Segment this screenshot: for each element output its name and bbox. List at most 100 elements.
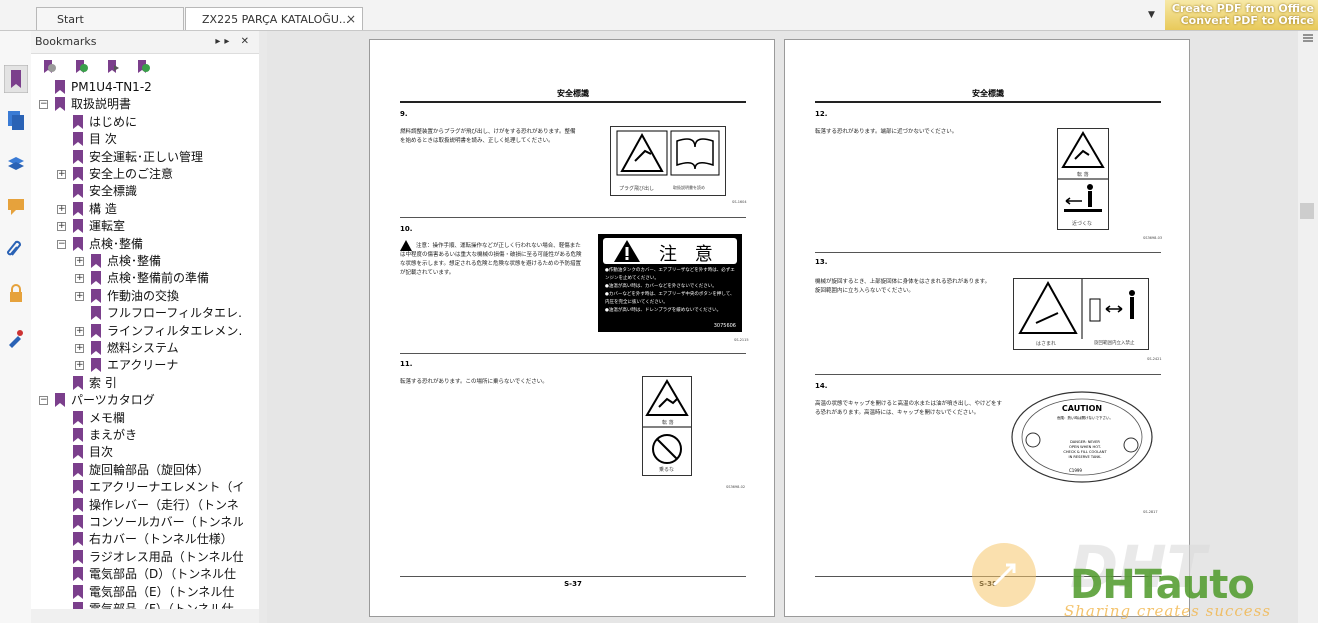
bookmark-item[interactable]: − 点検･整備 [31, 236, 243, 253]
collapse-icon[interactable]: − [39, 100, 48, 110]
bookmark-label: 構 造 [89, 201, 117, 216]
label-caption: 乗るな [659, 467, 675, 473]
bookmark-item[interactable]: メモ欄 [31, 410, 243, 427]
bookmark-flag-icon [73, 515, 83, 529]
bookmark-flag-icon [91, 254, 101, 268]
bookmark-label: 安全運転･正しい管理 [89, 149, 204, 164]
tab-start[interactable]: Start [36, 7, 184, 30]
expand-icon[interactable]: + [57, 222, 66, 232]
fall-hazard-icon [643, 379, 691, 464]
bookmark-item[interactable]: + 安全上のご注意 [31, 166, 243, 183]
bookmark-flag-icon [73, 375, 83, 390]
section-text: 転落する恐れがあります。この場所に乗らないでください。 [400, 379, 548, 385]
bookmark-item[interactable]: 安全運転･正しい管理 [31, 149, 243, 166]
collapse-icon[interactable]: − [39, 396, 48, 406]
bookmark-item[interactable]: 旋回輪部品（旋回体） [31, 462, 243, 479]
section-divider [400, 217, 746, 218]
expand-icon[interactable]: + [75, 326, 84, 336]
bookmark-label: 点検･整備前の準備 [107, 271, 210, 286]
bookmark-label: コンソールカバー（トンネル [89, 515, 243, 529]
expand-icon[interactable]: + [75, 361, 84, 371]
attachments-icon[interactable] [6, 239, 26, 261]
tab-list-dropdown-icon[interactable]: ▼ [1148, 10, 1155, 20]
scrollbar-thumb[interactable] [1300, 203, 1314, 219]
bookmark-item[interactable]: + 運転室 [31, 218, 243, 235]
cap-top-text: 危険：熱い時は開けないで下さい。 [1057, 416, 1113, 420]
bookmark-flag-icon [73, 549, 83, 564]
tab-document[interactable]: ZX225 PARÇA KATALOĞU... × [185, 7, 363, 30]
collapse-icon[interactable]: − [57, 239, 66, 249]
go-to-bookmark-icon[interactable] [105, 59, 121, 75]
bookmark-item[interactable]: + エアクリーナ [31, 357, 243, 374]
expand-icon[interactable]: + [57, 204, 66, 214]
expand-icon[interactable]: + [75, 274, 84, 284]
bookmark-item[interactable]: 目 次 [31, 131, 243, 148]
bookmark-item[interactable]: ラジオレス用品（トンネル仕 [31, 549, 243, 566]
section-number: 10. [400, 225, 413, 233]
figure-code: SS-2115 [734, 338, 749, 342]
bookmark-tree: PM1U4-TN1-2 − 取扱説明書はじめに目 次安全運転･正しい管理 + 安全上のご… [31, 79, 243, 611]
bookmark-label: 作動油の交換 [107, 288, 180, 303]
comments-icon[interactable] [6, 196, 26, 218]
bookmarks-panel-icon[interactable] [4, 65, 28, 93]
bookmark-item[interactable]: 電気部品（E）（トンネル仕 [31, 584, 243, 601]
caution-code: 3075606 [713, 323, 736, 329]
bookmark-item[interactable]: フルフローフィルタエレ… [31, 305, 243, 322]
bookmark-flag-icon [73, 219, 83, 234]
tab-bar: Start ZX225 PARÇA KATALOĞU... × ▼ Create… [0, 0, 1318, 31]
panel-splitter[interactable] [259, 31, 267, 623]
bookmark-item[interactable]: はじめに [31, 114, 243, 131]
close-icon[interactable]: × [346, 8, 356, 31]
label-caption: 転 落 [1077, 172, 1089, 178]
split-view-icon[interactable] [1302, 33, 1314, 43]
safety-label: 転 落 乗るな [642, 376, 692, 476]
delete-bookmark-icon[interactable] [135, 59, 151, 75]
expand-icon[interactable]: + [75, 344, 84, 353]
bookmark-item[interactable]: エアクリーナエレメント（イ [31, 479, 243, 496]
page-s37: 安全標識 9. 燃料調整装置からプラグが飛び出し、けがをする恐れがあります。整備… [369, 39, 775, 617]
bookmark-item[interactable]: + 構 造 [31, 201, 243, 218]
bookmark-item[interactable]: 電気部品（D）（トンネル仕 [31, 566, 243, 583]
caution-label-header: 注 意 [603, 238, 737, 265]
bookmark-label: 電気部品（E）（トンネル仕 [89, 584, 235, 599]
bookmark-item[interactable]: + 点検･整備 [31, 253, 243, 270]
bookmark-item[interactable]: PM1U4-TN1-2 [31, 79, 243, 96]
expand-icon[interactable]: + [75, 257, 84, 266]
bookmark-item[interactable]: 操作レバー（走行）（トンネ [31, 497, 243, 514]
promo-banner[interactable]: Create PDF from Office Convert PDF to Of… [1165, 0, 1318, 30]
bookmark-item[interactable]: 右カバー（トンネル仕様） [31, 531, 243, 548]
bookmark-item[interactable]: − パーツカタログ [31, 392, 243, 409]
expand-icon[interactable]: + [75, 291, 84, 301]
caution-body: ●作動油タンクのカバー、エアブリーザなどを外す時は、必ずエンジンを止めてください… [605, 267, 737, 315]
layers-icon[interactable] [6, 153, 26, 175]
section-divider [400, 353, 746, 354]
bookmark-label: 目 次 [89, 132, 117, 147]
security-lock-icon[interactable] [6, 283, 26, 305]
bookmark-flag-icon [73, 497, 83, 512]
bookmark-item[interactable]: 目次 [31, 444, 243, 461]
bookmark-item[interactable]: − 取扱説明書 [31, 96, 243, 113]
bookmark-item[interactable]: + 燃料システム [31, 340, 243, 357]
tab-start-label: Start [57, 13, 84, 26]
safety-label: はさまれ 旋回範囲内立入禁止 [1013, 278, 1149, 350]
bookmark-label: 電気部品（D）（トンネル仕 [89, 567, 237, 582]
bookmarks-title: Bookmarks [35, 35, 97, 48]
bookmark-item[interactable]: + ラインフィルタエレメン… [31, 323, 243, 340]
bookmark-flag-icon [91, 306, 101, 321]
pages-thumbnail-icon[interactable] [6, 109, 26, 131]
bookmark-item[interactable]: コンソールカバー（トンネル [31, 514, 243, 531]
panel-controls[interactable]: ▸▸ ✕ [215, 31, 253, 53]
bookmarks-horizontal-scrollbar[interactable] [31, 609, 274, 623]
plug-warning-icon [616, 130, 720, 176]
bookmark-item[interactable]: + 作動油の交換 [31, 288, 243, 305]
expand-bookmark-icon[interactable] [41, 59, 57, 75]
bookmark-item[interactable]: 索 引 [31, 375, 243, 392]
bookmark-item[interactable]: まえがき [31, 427, 243, 444]
bookmark-label: 安全標識 [89, 184, 138, 199]
bookmark-label: 取扱説明書 [71, 97, 132, 112]
add-bookmark-icon[interactable] [73, 59, 89, 75]
expand-icon[interactable]: + [57, 170, 66, 179]
bookmark-item[interactable]: + 点検･整備前の準備 [31, 270, 243, 287]
bookmark-item[interactable]: 安全標識 [31, 183, 243, 200]
signatures-icon[interactable] [6, 327, 26, 349]
